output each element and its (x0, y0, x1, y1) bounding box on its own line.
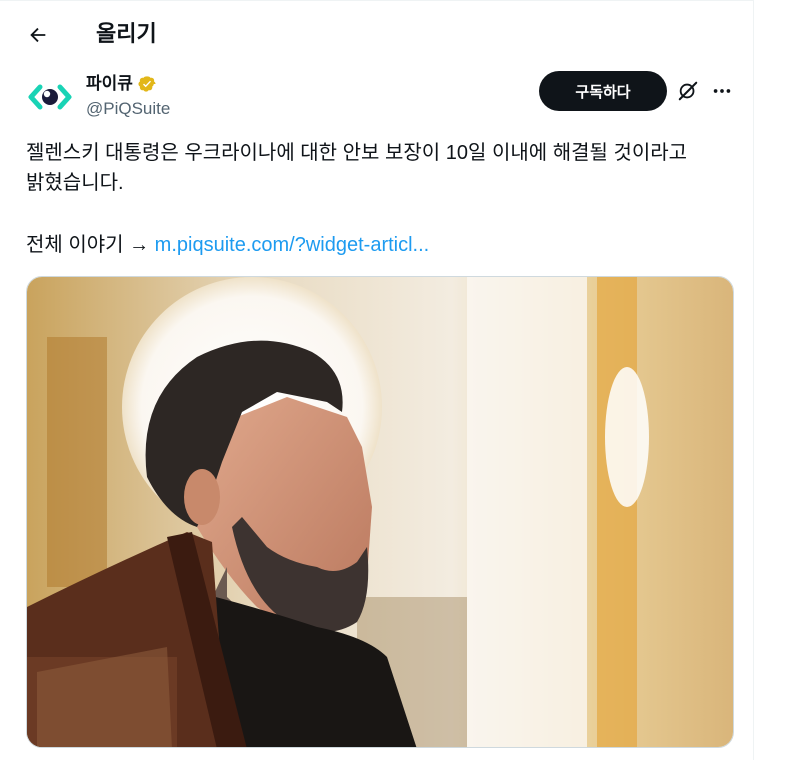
story-link[interactable]: m.piqsuite.com/?widget-articl... (155, 234, 430, 256)
piqsuite-logo-icon (28, 84, 72, 110)
arrow-left-icon (30, 27, 46, 43)
display-name[interactable]: 파이큐 (86, 73, 133, 95)
more-horizontal-icon (713, 89, 731, 93)
tweet-text: 젤렌스키 대통령은 우크라이나에 대한 안보 보장이 10일 이내에 해결될 것… (26, 142, 688, 194)
photo-image (27, 277, 733, 747)
top-bar: 올리기 (0, 1, 754, 67)
verified-badge-icon[interactable] (137, 74, 157, 94)
more-options-button[interactable] (710, 79, 734, 103)
story-link-prefix: 전체 이야기 → (26, 234, 155, 256)
grok-icon (678, 81, 698, 101)
grok-button[interactable] (676, 79, 700, 103)
avatar[interactable] (26, 73, 74, 121)
subscribe-button[interactable]: 구독하다 (539, 71, 667, 111)
author-row: 파이큐 @PiQSuite 구독하다 (26, 71, 746, 121)
page-title: 올리기 (96, 21, 157, 46)
back-button[interactable] (20, 17, 56, 53)
story-link-line: 전체 이야기 → m.piqsuite.com/?widget-articl..… (26, 230, 429, 260)
author-handle[interactable]: @PiQSuite (86, 98, 170, 120)
tweet-photo[interactable] (26, 276, 734, 748)
post-page: 올리기 파이큐 @PiQSuite 구독하다 젤렌스키 대통령은 우크라이나에 … (0, 0, 754, 760)
author-name-row: 파이큐 (86, 73, 157, 95)
